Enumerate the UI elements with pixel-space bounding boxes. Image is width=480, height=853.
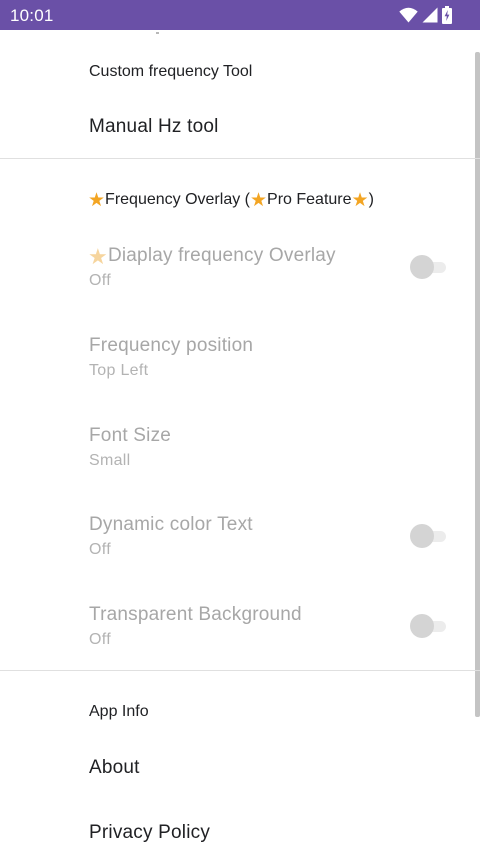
status-time: 10:01 [10, 6, 54, 25]
font-size-summary: Small [89, 452, 131, 469]
transparent-background-summary: Off [89, 631, 111, 648]
wifi-icon [399, 7, 418, 23]
settings-list[interactable]: Custom frequency Tool Manual Hz tool ★Fr… [0, 30, 480, 853]
display-overlay-label: Diaplay frequency Overlay [107, 245, 336, 266]
dynamic-color-text-summary: Off [89, 541, 111, 558]
star-icon: ★ [351, 190, 369, 211]
section-divider [0, 158, 480, 159]
battery-charging-icon [442, 6, 452, 24]
star-icon: ★ [249, 190, 268, 211]
transparent-background-switch[interactable] [410, 614, 446, 638]
dynamic-color-text-title: Dynamic color Text [89, 514, 253, 535]
switch-thumb [410, 524, 434, 548]
manual-hz-tool-item[interactable]: Manual Hz tool [89, 116, 219, 138]
frequency-position-summary: Top Left [89, 362, 149, 379]
about-item[interactable]: About [89, 757, 140, 779]
transparent-background-title: Transparent Background [89, 604, 302, 625]
status-bar: 10:01 [0, 0, 480, 30]
display-overlay-switch[interactable] [410, 255, 446, 279]
status-icons [399, 6, 452, 24]
app-info-header: App Info [89, 703, 149, 720]
scrollbar[interactable] [475, 52, 480, 717]
dynamic-color-text-switch[interactable] [410, 524, 446, 548]
scroll-remnant [156, 32, 159, 34]
overlay-header-suffix: ) [368, 191, 374, 208]
overlay-header-pro: Pro Feature [267, 191, 352, 208]
display-overlay-title: ★Diaplay frequency Overlay [88, 245, 336, 268]
frequency-overlay-header: ★Frequency Overlay (★Pro Feature★) [88, 191, 374, 210]
star-icon: ★ [88, 244, 108, 269]
switch-thumb [410, 255, 434, 279]
custom-frequency-header: Custom frequency Tool [89, 63, 253, 80]
star-icon: ★ [88, 190, 106, 211]
display-overlay-summary: Off [89, 272, 111, 289]
overlay-header-prefix: Frequency Overlay ( [105, 191, 250, 208]
section-divider [0, 670, 480, 671]
font-size-title[interactable]: Font Size [89, 425, 171, 447]
switch-thumb [410, 614, 434, 638]
privacy-policy-item[interactable]: Privacy Policy [89, 822, 210, 844]
frequency-position-title[interactable]: Frequency position [89, 335, 253, 357]
signal-icon [422, 7, 438, 23]
